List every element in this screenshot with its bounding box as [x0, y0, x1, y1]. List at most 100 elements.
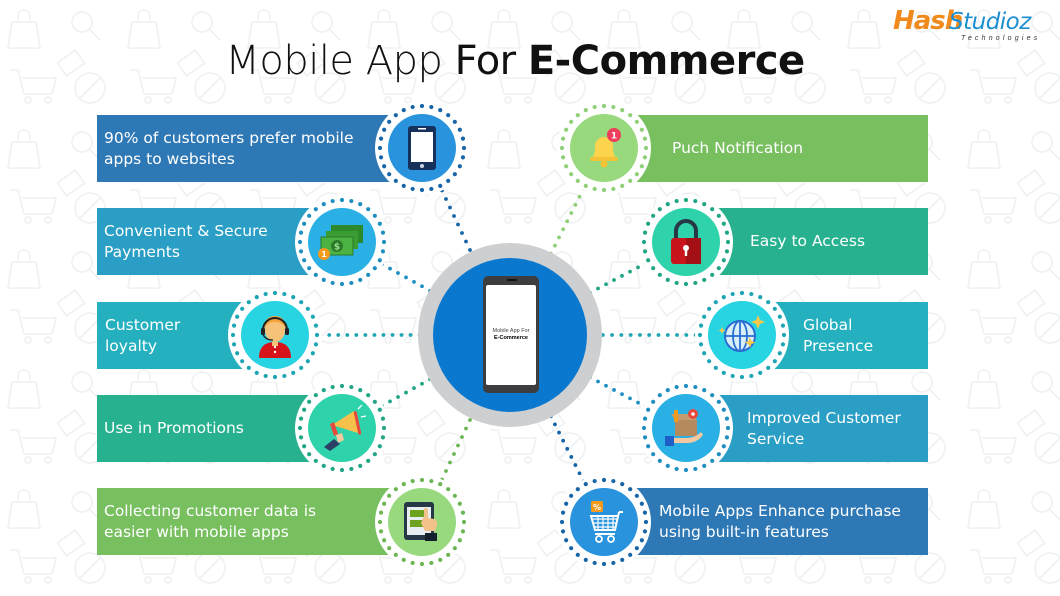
ring-dot [313, 342, 319, 347]
ring-dot [452, 119, 457, 124]
ring-dot [674, 384, 679, 390]
feature-banner-customer-data: Collecting customer data is easier with … [97, 488, 397, 555]
ring-dot [313, 323, 319, 328]
feature-banner-easy-access: Easy to Access [710, 208, 928, 275]
ring-dot [282, 373, 287, 379]
ring-dot [377, 221, 382, 226]
ring-dot [642, 155, 648, 160]
ring-dot [601, 561, 607, 567]
ring-dot [698, 342, 704, 347]
ring-dot [313, 207, 318, 212]
ring-dot [716, 399, 721, 404]
ring-dot [639, 538, 644, 543]
ring-dot [710, 458, 715, 463]
ring-dot [560, 510, 566, 515]
ring-dot [564, 127, 569, 132]
ring-dot [766, 365, 771, 370]
connector-dot [596, 379, 600, 384]
center-phone-icon: Mobile App For E-Commerce [483, 276, 539, 393]
banner-text: 90% of customers prefer mobile apps to w… [104, 128, 354, 168]
ring-dot [583, 557, 588, 562]
badge-shopping-cart: % [557, 475, 651, 569]
ring-dot [575, 552, 580, 557]
ring-dot [710, 393, 715, 398]
badge-globe [695, 288, 789, 382]
ring-dot [339, 281, 345, 287]
megaphone-icon [324, 405, 366, 451]
notification-count: 1 [611, 132, 617, 142]
ring-dot [651, 452, 656, 457]
ring-dot [601, 103, 607, 109]
feature-banner-customer-loyalty: Customer loyalty [97, 302, 247, 369]
ring-dot [674, 466, 679, 472]
ring-dot [569, 172, 574, 177]
ring-dot [559, 145, 565, 151]
ring-dot [429, 478, 434, 484]
title-bold: E-Commerce [527, 38, 805, 84]
badge-inner [652, 394, 720, 462]
ring-dot [387, 546, 392, 551]
ring-dot [349, 466, 354, 472]
logo-part2: Studioz [949, 9, 1031, 35]
ring-dot [372, 266, 377, 271]
ring-dot [419, 187, 425, 193]
ring-dot [634, 493, 639, 498]
badge-padlock [639, 195, 733, 289]
ring-dot [246, 300, 251, 305]
ring-dot [724, 249, 730, 254]
connector-dot [612, 278, 616, 282]
ring-dot [651, 213, 656, 218]
tablet-form-icon [404, 502, 438, 541]
ring-dot [410, 104, 415, 110]
ring-dot [438, 482, 443, 487]
badge-smartphone [375, 101, 469, 195]
ring-dot [310, 351, 315, 356]
ring-dot [302, 258, 307, 263]
ring-dot [297, 425, 303, 431]
connector-dot [573, 203, 578, 207]
ring-dot [254, 295, 259, 300]
ring-dot [305, 359, 310, 364]
ring-dot [643, 519, 649, 525]
phone-screen: Mobile App For E-Commerce [486, 285, 536, 385]
ring-dot [592, 478, 597, 484]
ring-dot [592, 104, 597, 110]
ring-dot [693, 466, 698, 472]
connector-dot [628, 333, 633, 337]
connector-dot [638, 333, 642, 337]
connector-dot [363, 333, 368, 337]
badge-customer-service [639, 381, 733, 475]
connector-dot [569, 455, 574, 459]
feature-banner-mobile-preference: 90% of customers prefer mobile apps to w… [97, 115, 397, 182]
ring-dot [601, 187, 607, 193]
ring-dot [382, 164, 387, 169]
ring-dot [429, 104, 434, 110]
ring-dot [349, 198, 354, 204]
ring-dot [235, 351, 240, 356]
logo-tagline: Technologies [961, 35, 1041, 42]
connector-dot [665, 333, 670, 337]
ring-dot [642, 416, 648, 421]
brand-logo: Hash Studioz Technologies [893, 6, 1053, 46]
ring-dot [665, 202, 670, 207]
title-regular: For [454, 38, 517, 84]
ring-dot [707, 359, 712, 364]
connector-dot [444, 197, 448, 201]
ring-dot [643, 145, 649, 151]
ring-dot [730, 373, 735, 379]
ring-dot [642, 136, 648, 141]
ring-dot [657, 393, 662, 398]
banner-text: Use in Promotions [104, 419, 244, 437]
connector-dot [604, 282, 608, 287]
connector-dot [561, 227, 566, 232]
banner-text: Global Presence [803, 315, 874, 355]
ring-dot [240, 359, 245, 364]
ring-dot [457, 538, 462, 543]
badge-megaphone [295, 381, 389, 475]
ring-dot [446, 178, 451, 183]
center-line1: Mobile App For [492, 328, 530, 334]
ring-dot [419, 477, 425, 483]
ring-dot [772, 306, 777, 311]
ring-dot [438, 108, 443, 113]
ring-dot [766, 300, 771, 305]
